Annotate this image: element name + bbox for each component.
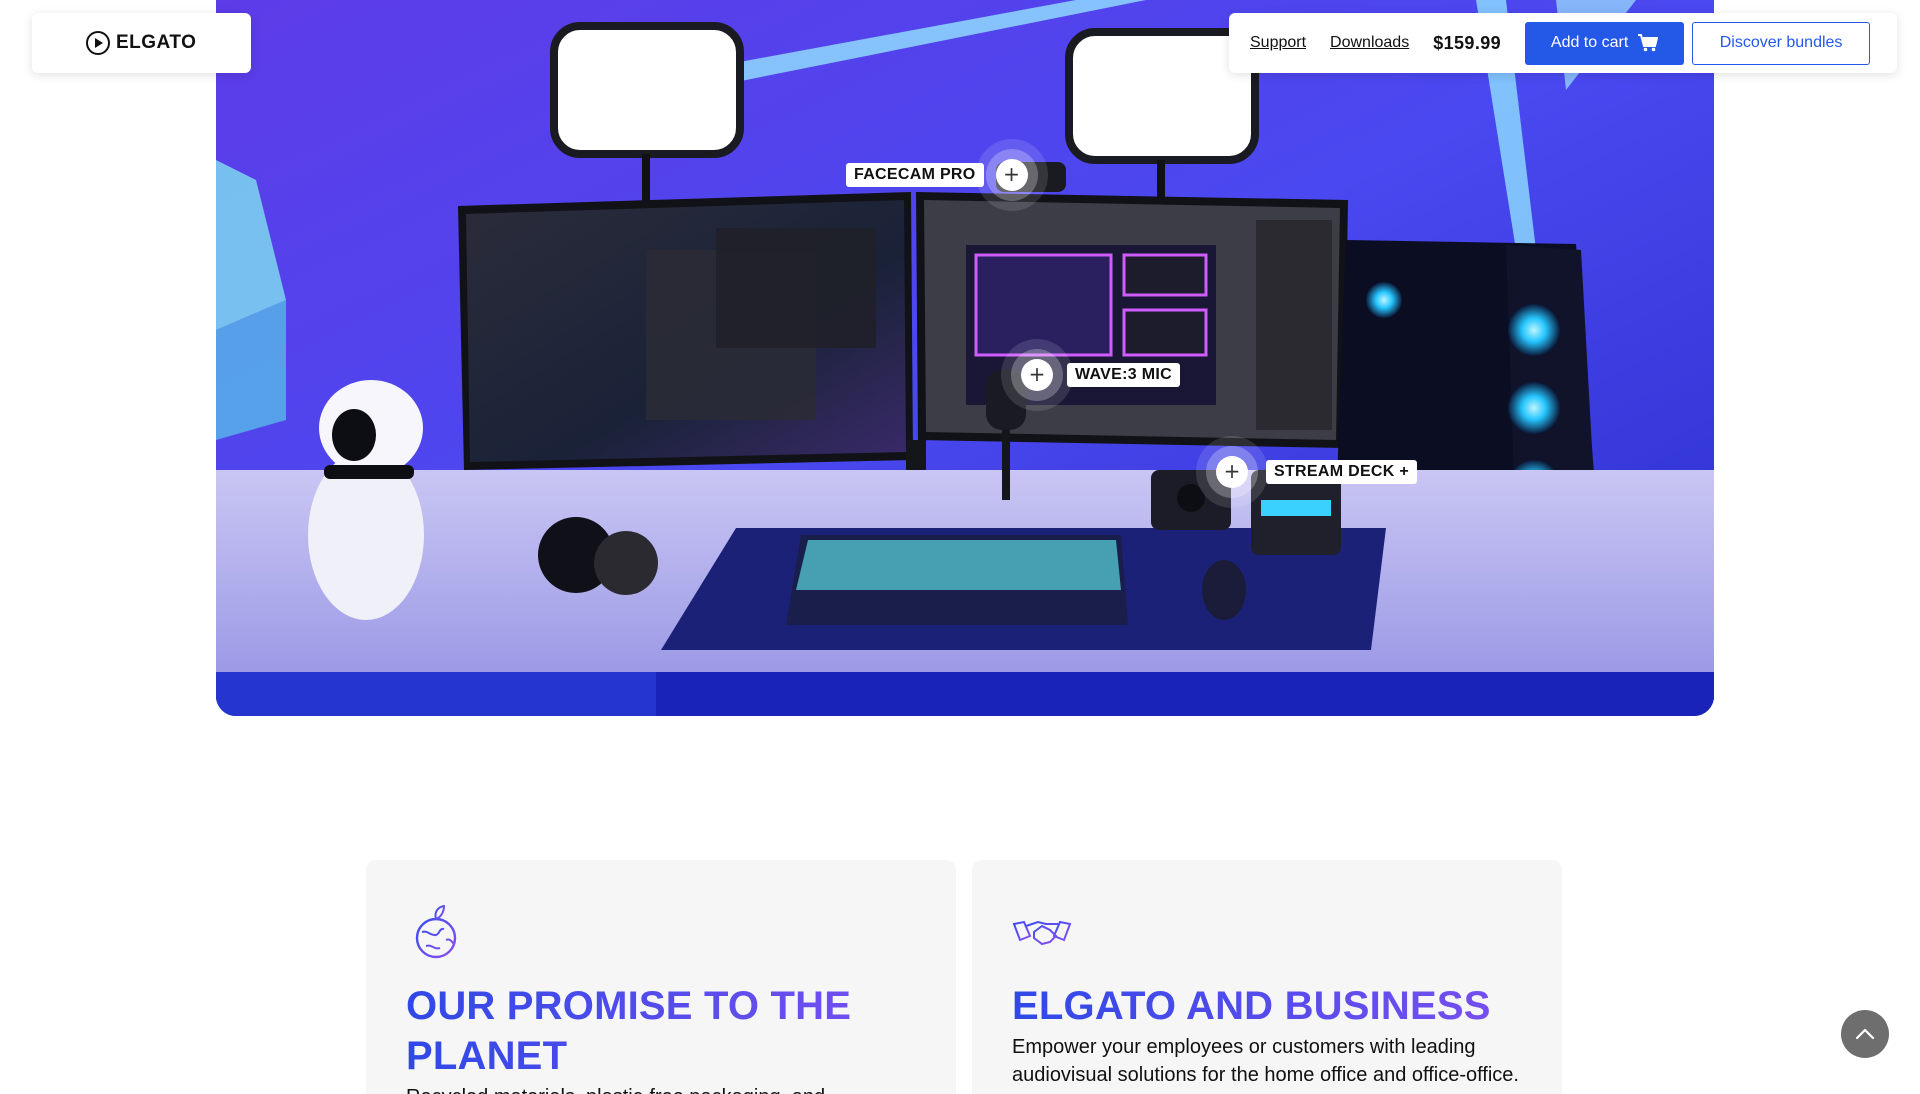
chevron-up-icon bbox=[1855, 1028, 1875, 1040]
elgato-logo-icon bbox=[86, 31, 110, 55]
downloads-link[interactable]: Downloads bbox=[1330, 34, 1409, 52]
plus-icon[interactable]: + bbox=[1021, 359, 1053, 391]
hotspot-label: FACECAM PRO bbox=[846, 163, 984, 187]
hotspot-label: WAVE:3 MIC bbox=[1067, 363, 1180, 387]
card-title: OUR PROMISE TO THE PLANET bbox=[406, 981, 916, 1081]
hotspot-stream-deck-plus[interactable]: + STREAM DECK + bbox=[1216, 456, 1418, 488]
add-to-cart-button[interactable]: Add to cart bbox=[1525, 21, 1685, 65]
plus-icon[interactable]: + bbox=[995, 159, 1028, 191]
hotspot-label: STREAM DECK + bbox=[1266, 460, 1418, 484]
card-title: ELGATO AND BUSINESS bbox=[1012, 981, 1522, 1031]
sustainability-card[interactable]: OUR PROMISE TO THE PLANET Recycled mater… bbox=[366, 860, 956, 1094]
desk-setup-illustration bbox=[216, 0, 1714, 716]
back-to-top-button[interactable] bbox=[1841, 1010, 1889, 1058]
handshake-icon bbox=[1012, 920, 1072, 946]
hero-image: FACECAM PRO + + WAVE:3 MIC + STREAM DECK… bbox=[216, 0, 1714, 716]
add-to-cart-label: Add to cart bbox=[1550, 34, 1629, 51]
card-body: Empower your employees or customers with… bbox=[1012, 1036, 1519, 1086]
support-link[interactable]: Support bbox=[1250, 34, 1306, 52]
discover-bundles-button[interactable]: Discover bundles bbox=[1692, 21, 1871, 65]
hotspot-facecam-pro[interactable]: FACECAM PRO + bbox=[846, 159, 1028, 191]
hotspot-wave-mic[interactable]: + WAVE:3 MIC bbox=[1021, 359, 1180, 391]
logo-card[interactable]: ELGATO bbox=[32, 13, 251, 73]
shopping-cart-icon bbox=[1638, 34, 1659, 52]
planet-leaf-icon bbox=[415, 904, 457, 959]
card-body: Recycled materials, plastic-free packagi… bbox=[406, 1083, 916, 1094]
business-card[interactable]: ELGATO AND BUSINESS Empower your employe… bbox=[972, 860, 1562, 1094]
product-price: $159.99 bbox=[1433, 32, 1502, 53]
sticky-buy-bar: Support Downloads $159.99 Add to cart Di… bbox=[1229, 13, 1897, 73]
logo-text: ELGATO bbox=[116, 32, 197, 53]
plus-icon[interactable]: + bbox=[1216, 456, 1248, 488]
